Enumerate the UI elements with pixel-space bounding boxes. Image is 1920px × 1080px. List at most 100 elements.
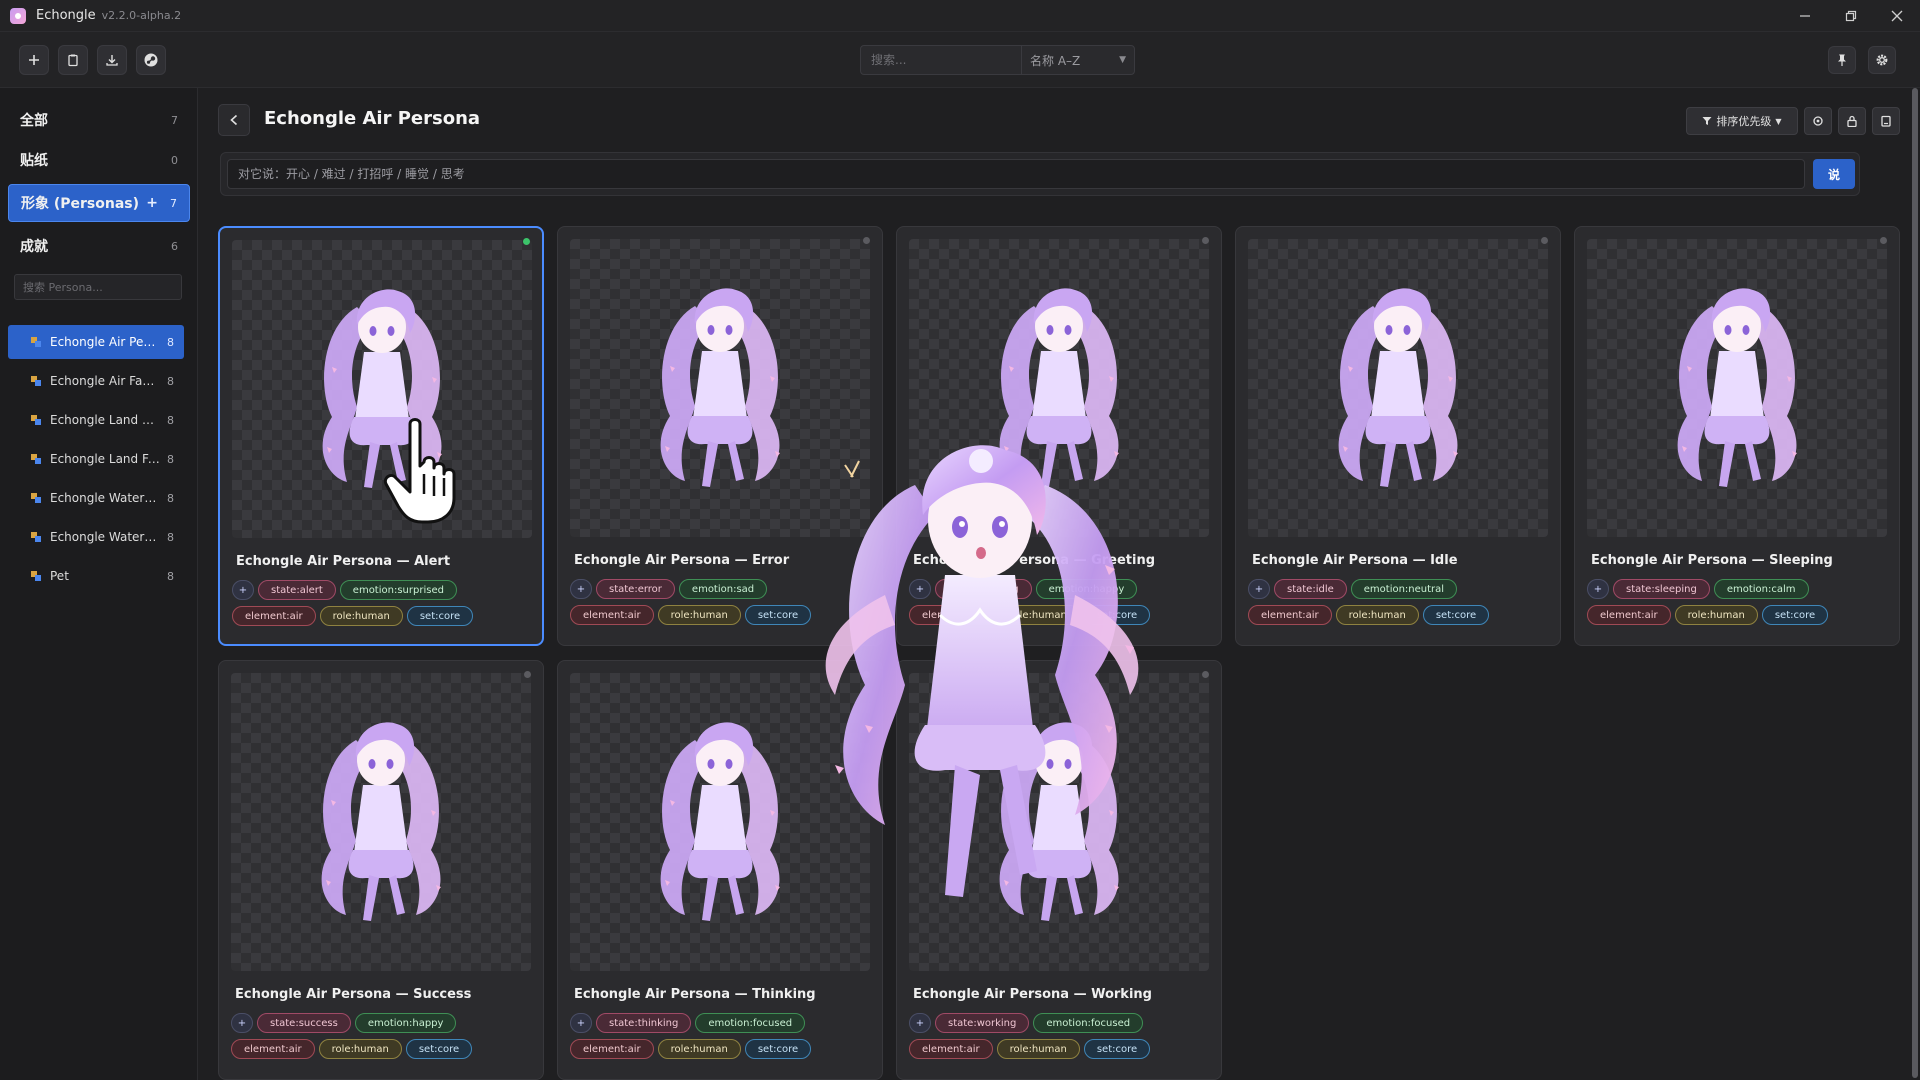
role-tag[interactable]: role:human — [996, 1039, 1080, 1059]
persona-card[interactable]: Echongle Air Persona — Sleeping + state:sl… — [1574, 226, 1900, 646]
element-tag[interactable]: element:air — [570, 605, 654, 625]
set-tag[interactable]: set:core — [1422, 605, 1490, 625]
steam-button[interactable] — [136, 45, 166, 75]
scrollbar-thumb[interactable] — [1912, 88, 1918, 1078]
add-persona-button[interactable]: + — [146, 195, 158, 211]
state-tag[interactable]: state:working — [935, 1013, 1030, 1033]
chevron-left-icon — [230, 114, 238, 126]
role-tag[interactable]: role:human — [1335, 605, 1419, 625]
persona-list-item[interactable]: Echongle Water F... 8 — [8, 520, 184, 554]
persona-list-item[interactable]: Echongle Air Pers... 8 — [8, 325, 184, 359]
tag-row: + state:thinking emotion:focused — [570, 1013, 806, 1033]
state-tag[interactable]: state:error — [596, 579, 675, 599]
emotion-tag[interactable]: emotion:sad — [678, 579, 768, 599]
persona-count: 8 — [167, 335, 174, 349]
emotion-tag[interactable]: emotion:focused — [1033, 1013, 1144, 1033]
set-tag[interactable]: set:core — [744, 1039, 812, 1059]
tag-row: element:airrole:humanset:core — [909, 1039, 1151, 1059]
emotion-tag[interactable]: emotion:calm — [1713, 579, 1809, 599]
element-tag[interactable]: element:air — [231, 1039, 315, 1059]
card-title: Echongle Air Persona — Thinking — [574, 987, 816, 1002]
emotion-tag[interactable]: emotion:happy — [354, 1013, 457, 1033]
save-button[interactable] — [1872, 107, 1900, 135]
add-tag-button[interactable]: + — [1248, 579, 1270, 599]
persona-overlay-figure[interactable] — [805, 425, 1155, 925]
close-button[interactable] — [1874, 0, 1920, 32]
add-tag-button[interactable]: + — [570, 1013, 592, 1033]
add-tag-button[interactable]: + — [1587, 579, 1609, 599]
add-tag-button[interactable]: + — [909, 1013, 931, 1033]
say-button[interactable]: 说 — [1813, 159, 1855, 189]
pin-button[interactable] — [1828, 46, 1856, 74]
element-tag[interactable]: element:air — [570, 1039, 654, 1059]
category-count: 0 — [171, 153, 178, 167]
persona-card[interactable]: Echongle Air Persona — Alert + state:alert… — [218, 226, 544, 646]
maximize-button[interactable] — [1828, 0, 1874, 32]
persona-list-item[interactable]: Echongle Land Fa... 8 — [8, 442, 184, 476]
set-tag[interactable]: set:core — [405, 1039, 473, 1059]
emotion-tag[interactable]: emotion:focused — [695, 1013, 806, 1033]
locate-button[interactable] — [1804, 107, 1832, 135]
role-tag[interactable]: role:human — [319, 606, 403, 626]
persona-thumbnail[interactable] — [1587, 239, 1887, 537]
search-input[interactable] — [861, 46, 1021, 74]
category-personas[interactable]: 形象 (Personas) + 7 — [8, 184, 190, 222]
caret-down-icon: ▼ — [1119, 55, 1126, 65]
persona-list-item[interactable]: Echongle Air Fami... 8 — [8, 364, 184, 398]
set-tag[interactable]: set:core — [744, 605, 812, 625]
emotion-tag[interactable]: emotion:neutral — [1350, 579, 1458, 599]
add-button[interactable] — [19, 45, 49, 75]
persona-figure — [1657, 276, 1817, 500]
persona-list-item[interactable]: Echongle Water P... 8 — [8, 481, 184, 515]
status-dot — [1202, 671, 1209, 678]
set-tag[interactable]: set:core — [1083, 1039, 1151, 1059]
state-tag[interactable]: state:alert — [258, 580, 336, 600]
state-tag[interactable]: state:sleeping — [1613, 579, 1710, 599]
persona-list-item[interactable]: Pet 8 — [8, 559, 184, 593]
category-all[interactable]: 全部 7 — [8, 103, 190, 137]
say-input[interactable] — [227, 159, 1805, 189]
persona-list-item[interactable]: Echongle Land Pe... 8 — [8, 403, 184, 437]
category-stickers[interactable]: 贴纸 0 — [8, 143, 190, 177]
category-achievements[interactable]: 成就 6 — [8, 229, 190, 263]
element-tag[interactable]: element:air — [909, 1039, 993, 1059]
settings-button[interactable] — [1868, 46, 1896, 74]
status-dot — [1541, 237, 1548, 244]
set-tag[interactable]: set:core — [1761, 605, 1829, 625]
persona-card[interactable]: Echongle Air Persona — Idle + state:idle em… — [1235, 226, 1561, 646]
status-dot — [523, 238, 530, 245]
add-tag-button[interactable]: + — [231, 1013, 253, 1033]
persona-avatar-icon — [30, 375, 42, 387]
persona-name: Echongle Air Pers... — [50, 335, 160, 349]
minimize-button[interactable] — [1782, 0, 1828, 32]
state-tag[interactable]: state:success — [257, 1013, 351, 1033]
role-tag[interactable]: role:human — [657, 1039, 741, 1059]
card-title: Echongle Air Persona — Working — [913, 987, 1152, 1002]
add-tag-button[interactable]: + — [570, 579, 592, 599]
role-tag[interactable]: role:human — [318, 1039, 402, 1059]
element-tag[interactable]: element:air — [1587, 605, 1671, 625]
element-tag[interactable]: element:air — [1248, 605, 1332, 625]
set-tag[interactable]: set:core — [406, 606, 474, 626]
persona-card[interactable]: Echongle Air Persona — Success + state:suc… — [218, 660, 544, 1080]
clipboard-button[interactable] — [58, 45, 88, 75]
state-tag[interactable]: state:thinking — [596, 1013, 692, 1033]
main-scrollbar[interactable] — [1910, 88, 1918, 1078]
add-tag-button[interactable]: + — [232, 580, 254, 600]
element-tag[interactable]: element:air — [232, 606, 316, 626]
sort-priority-button[interactable]: 排序优先级 ▼ — [1686, 107, 1798, 135]
emotion-tag[interactable]: emotion:surprised — [339, 580, 457, 600]
app-version: v2.2.0-alpha.2 — [101, 9, 182, 22]
card-title: Echongle Air Persona — Idle — [1252, 553, 1458, 568]
import-button[interactable] — [97, 45, 127, 75]
persona-thumbnail[interactable] — [231, 673, 531, 971]
persona-search-input[interactable] — [14, 274, 182, 300]
role-tag[interactable]: role:human — [657, 605, 741, 625]
back-button[interactable] — [218, 104, 250, 136]
lock-button[interactable] — [1838, 107, 1866, 135]
persona-count: 8 — [167, 374, 174, 388]
role-tag[interactable]: role:human — [1674, 605, 1758, 625]
state-tag[interactable]: state:idle — [1274, 579, 1347, 599]
sort-select[interactable]: 名称 A–Z ▼ — [1021, 46, 1134, 74]
persona-thumbnail[interactable] — [1248, 239, 1548, 537]
